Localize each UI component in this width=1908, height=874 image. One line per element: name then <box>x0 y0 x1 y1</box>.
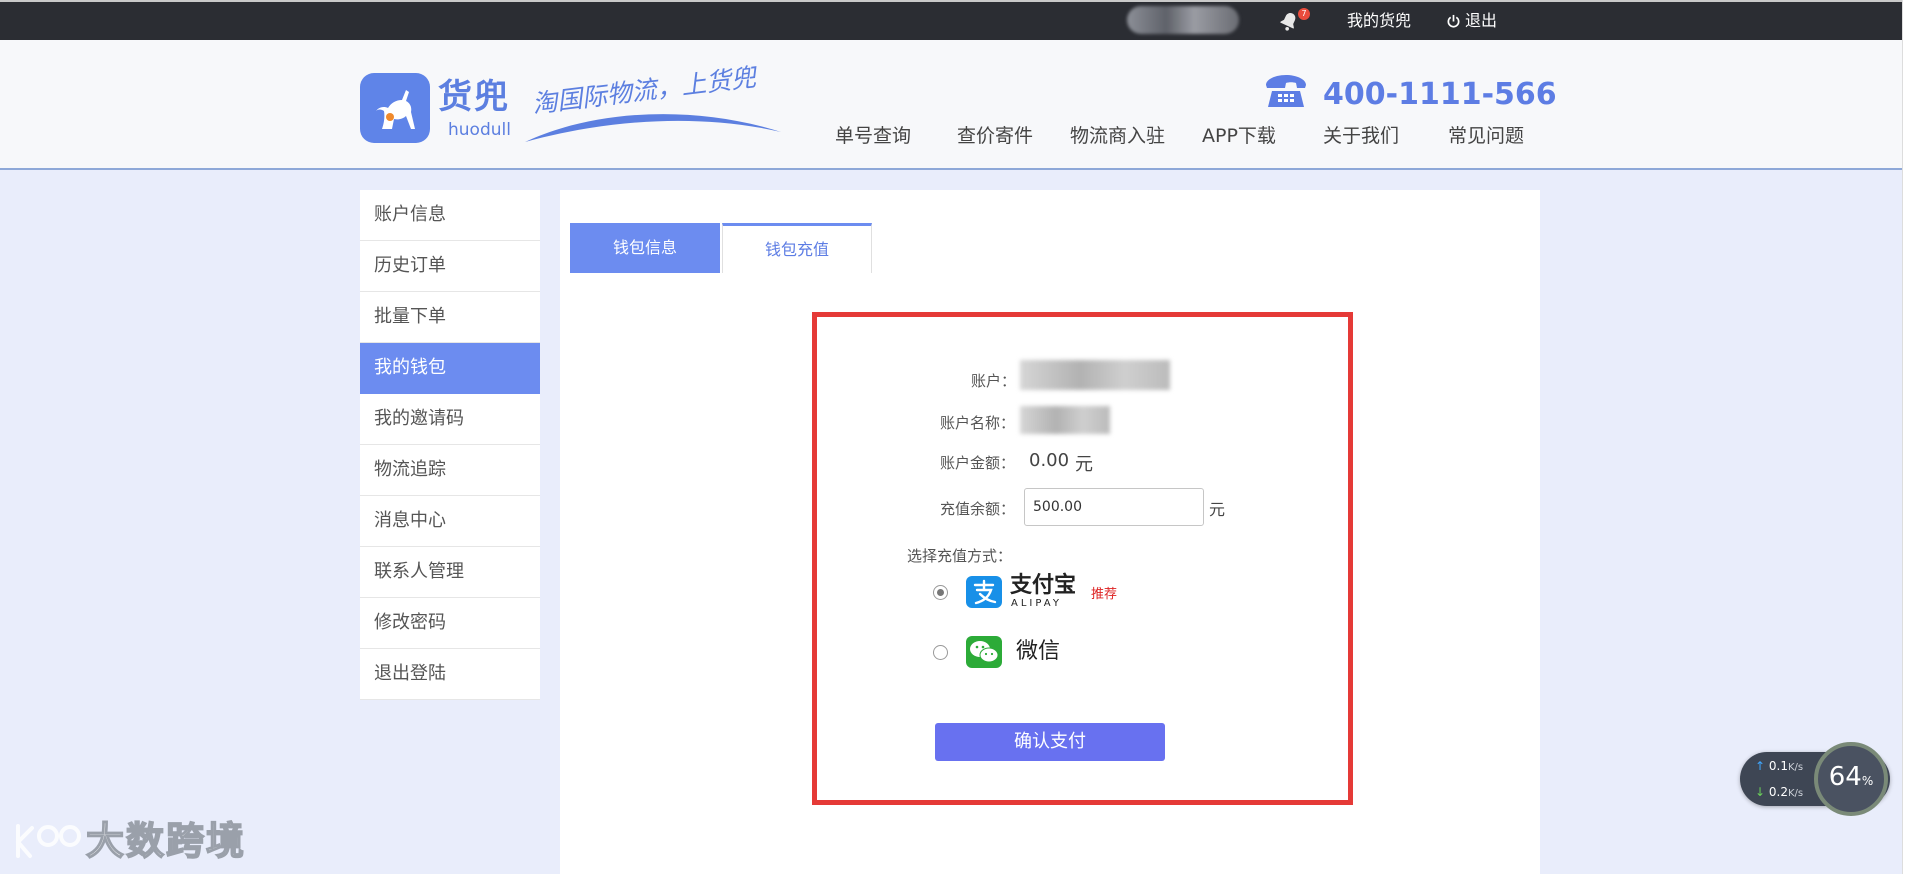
upload-speed-unit: K/s <box>1787 762 1804 773</box>
recharge-unit: 元 <box>1209 500 1226 519</box>
balance-value: 0.00 <box>1029 450 1070 471</box>
watermark-logo-icon <box>16 824 81 858</box>
sidebar-item-sign-out[interactable]: 退出登陆 <box>360 649 540 700</box>
sidebar-item-wallet[interactable]: 我的钱包 <box>360 343 540 394</box>
upload-arrow-icon: ↑ <box>1755 759 1766 773</box>
notification-badge: 7 <box>1298 8 1310 20</box>
wechat-radio[interactable] <box>933 645 948 660</box>
account-name-label: 账户名称： <box>940 414 1016 432</box>
window-scrollbar[interactable] <box>1902 0 1908 874</box>
site-header <box>0 40 1902 170</box>
alipay-name[interactable]: 支付宝 <box>1010 574 1076 598</box>
download-speed-unit: K/s <box>1787 788 1804 799</box>
download-speed-value: 0.2 <box>1768 785 1788 799</box>
recharge-label: 充值余额： <box>940 500 1016 518</box>
recommended-tag: 推荐 <box>1091 587 1118 602</box>
sidebar-item-change-password[interactable]: 修改密码 <box>360 598 540 649</box>
kangaroo-logo-icon[interactable] <box>360 73 430 143</box>
account-sidebar: 账户信息 历史订单 批量下单 我的钱包 我的邀请码 物流追踪 消息中心 联系人管… <box>360 190 540 700</box>
logout-label: 退出 <box>1465 11 1498 30</box>
recharge-amount-input[interactable] <box>1024 488 1204 526</box>
account-name-redacted <box>1020 406 1110 434</box>
brand-name-en: huodull <box>448 120 511 140</box>
nav-carrier-join[interactable]: 物流商入驻 <box>1070 124 1165 148</box>
upload-speed: ↑ 0.1K/s <box>1755 759 1803 773</box>
user-avatar[interactable] <box>1127 6 1239 34</box>
memory-usage-value: 64 <box>1828 762 1862 792</box>
nav-tracking[interactable]: 单号查询 <box>835 124 911 148</box>
sidebar-item-order-history[interactable]: 历史订单 <box>360 241 540 292</box>
logout-link[interactable]: 退出 <box>1446 11 1497 31</box>
alipay-en-name: ALIPAY <box>1011 598 1062 609</box>
nav-price-ship[interactable]: 查价寄件 <box>957 124 1033 148</box>
bell-icon[interactable] <box>1278 10 1300 32</box>
memory-usage-sign: % <box>1861 774 1874 788</box>
hotline-number: 400-1111-566 <box>1323 77 1557 112</box>
nav-about[interactable]: 关于我们 <box>1323 124 1399 148</box>
upload-speed-value: 0.1 <box>1768 759 1788 773</box>
download-speed: ↓ 0.2K/s <box>1755 785 1803 799</box>
confirm-payment-button[interactable]: 确认支付 <box>935 723 1165 761</box>
balance-unit: 元 <box>1075 454 1093 475</box>
brand-name[interactable]: 货兜 <box>438 78 510 116</box>
download-arrow-icon: ↓ <box>1755 785 1766 799</box>
power-icon <box>1447 14 1460 28</box>
payment-method-label: 选择充值方式： <box>907 547 1013 565</box>
account-label: 账户： <box>971 372 1017 390</box>
balance-label: 账户金额： <box>940 454 1016 472</box>
slogan-swoosh <box>525 114 781 142</box>
wechat-icon[interactable] <box>966 636 1002 668</box>
account-value-redacted <box>1020 360 1170 390</box>
phone-icon <box>1266 75 1306 107</box>
memory-usage-percent: 64% <box>1814 762 1888 792</box>
wechat-name[interactable]: 微信 <box>1016 639 1060 665</box>
my-account-link[interactable]: 我的货兜 <box>1347 11 1411 31</box>
nav-faq[interactable]: 常见问题 <box>1448 124 1524 148</box>
watermark-text: 大数跨境 <box>85 818 247 864</box>
sidebar-item-tracking[interactable]: 物流追踪 <box>360 445 540 496</box>
nav-app-download[interactable]: APP下载 <box>1202 124 1276 148</box>
sidebar-item-bulk-order[interactable]: 批量下单 <box>360 292 540 343</box>
tab-wallet-recharge[interactable]: 钱包充值 <box>722 223 872 273</box>
sidebar-item-contacts[interactable]: 联系人管理 <box>360 547 540 598</box>
tab-wallet-info[interactable]: 钱包信息 <box>570 223 720 273</box>
alipay-radio[interactable] <box>933 585 948 600</box>
top-bar <box>0 0 1902 40</box>
sidebar-item-messages[interactable]: 消息中心 <box>360 496 540 547</box>
sidebar-item-invite-code[interactable]: 我的邀请码 <box>360 394 540 445</box>
alipay-icon[interactable] <box>966 576 1002 608</box>
sidebar-item-account-info[interactable]: 账户信息 <box>360 190 540 241</box>
